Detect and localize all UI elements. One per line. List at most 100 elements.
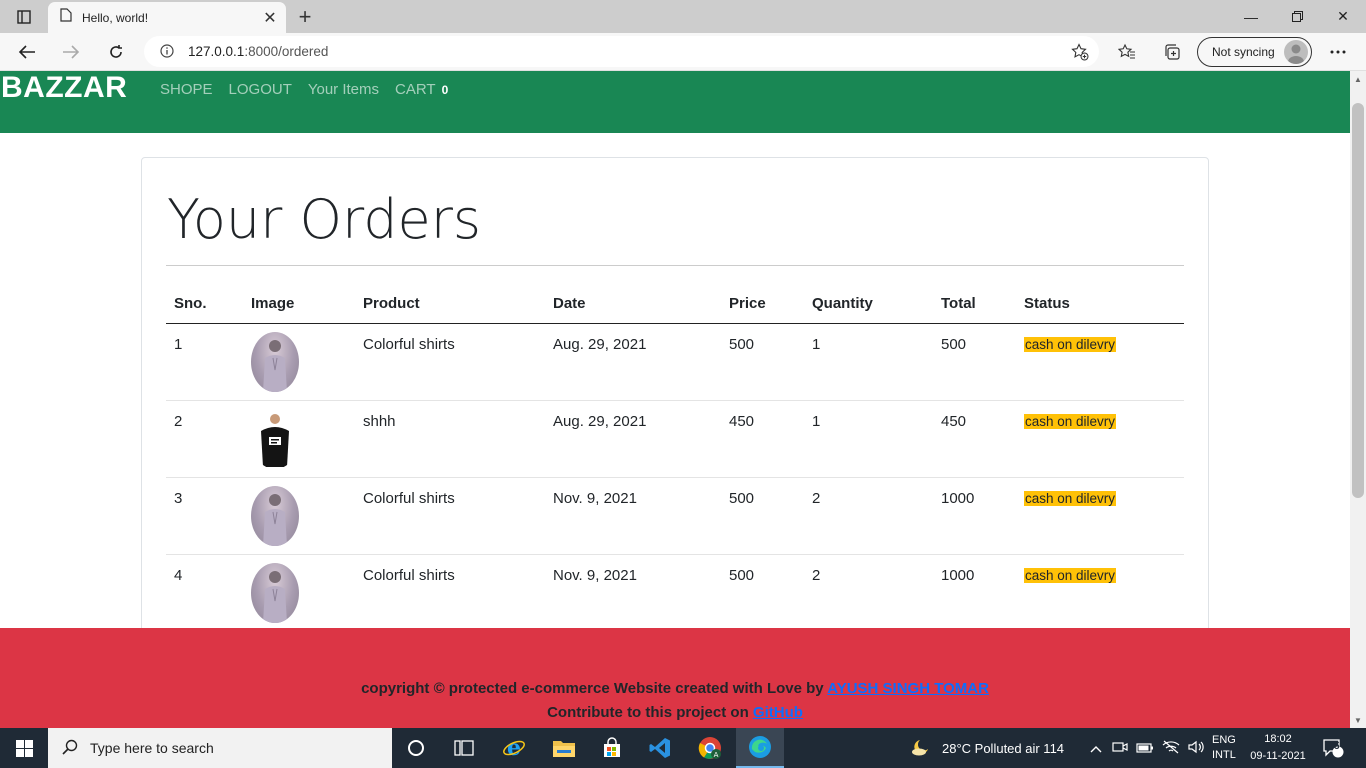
product-thumbnail-shirt bbox=[251, 485, 299, 546]
cell-status: cash on dilevry bbox=[1016, 554, 1184, 631]
col-total: Total bbox=[933, 284, 1016, 324]
cell-price: 500 bbox=[721, 323, 804, 401]
cell-product: shhh bbox=[355, 400, 545, 478]
nav-link-your-items[interactable]: Your Items bbox=[308, 81, 379, 98]
cell-sno: 3 bbox=[166, 477, 243, 555]
cell-status: cash on dilevry bbox=[1016, 400, 1184, 478]
tray-icons bbox=[1090, 728, 1206, 768]
nav-link-logout[interactable]: LOGOUT bbox=[229, 81, 292, 98]
windows-start-icon[interactable] bbox=[0, 728, 48, 768]
close-tab-icon[interactable]: ✕ bbox=[258, 6, 282, 30]
svg-text:A: A bbox=[714, 751, 719, 759]
address-bar[interactable]: 127.0.0.1:8000/ordered bbox=[144, 36, 1099, 67]
keyboard-layout: INTL bbox=[1212, 749, 1236, 761]
cell-image bbox=[243, 554, 355, 631]
title-divider bbox=[166, 265, 1184, 266]
url-text: 127.0.0.1:8000/ordered bbox=[188, 44, 328, 59]
cell-price: 500 bbox=[721, 477, 804, 555]
moon-cloud-icon bbox=[910, 738, 932, 759]
clock-time: 18:02 bbox=[1264, 733, 1292, 745]
vscode-icon[interactable] bbox=[636, 728, 684, 768]
favorites-icon[interactable] bbox=[1112, 37, 1142, 67]
task-view-icon[interactable] bbox=[440, 728, 488, 768]
footer: copyright © protected e-commerce Website… bbox=[0, 628, 1350, 728]
cell-price: 500 bbox=[729, 566, 755, 584]
back-icon[interactable] bbox=[12, 37, 42, 67]
product-thumbnail-shirt bbox=[251, 562, 299, 623]
cell-sno: 4 bbox=[174, 566, 183, 584]
refresh-icon[interactable] bbox=[101, 37, 131, 67]
cell-quantity: 1 bbox=[804, 323, 933, 401]
cell-sno: 2 bbox=[166, 400, 243, 478]
weather-widget[interactable]: 28°C Polluted air 114 bbox=[910, 728, 1064, 768]
restore-icon[interactable] bbox=[1274, 0, 1320, 33]
tab-actions-icon[interactable] bbox=[10, 7, 38, 27]
battery-icon[interactable] bbox=[1136, 741, 1154, 756]
col-price: Price bbox=[721, 284, 804, 324]
nav-link-shope[interactable]: SHOPE bbox=[160, 81, 213, 98]
add-favorite-icon[interactable] bbox=[1071, 43, 1089, 66]
sync-label: Not syncing bbox=[1212, 45, 1275, 59]
cell-status: cash on dilevry bbox=[1016, 323, 1184, 401]
file-explorer-icon[interactable] bbox=[540, 728, 588, 768]
cell-total: 1000 bbox=[933, 477, 1016, 555]
url-host: 127.0.0.1 bbox=[188, 44, 245, 59]
internet-explorer-icon[interactable]: e bbox=[490, 728, 538, 768]
scroll-up-icon[interactable]: ▲ bbox=[1350, 71, 1366, 87]
col-sno: Sno. bbox=[166, 284, 243, 324]
product-thumbnail-tshirt bbox=[251, 408, 299, 469]
edge-icon[interactable] bbox=[736, 728, 784, 768]
cell-image bbox=[243, 477, 355, 555]
table-row: 4 Colorful shirts Nov. 9, 2021 500 2 100… bbox=[166, 554, 1184, 631]
author-link[interactable]: AYUSH SINGH TOMAR bbox=[827, 680, 989, 697]
browser-tab-strip: Hello, world! ✕ + — ✕ bbox=[0, 0, 1366, 33]
page-scrollbar[interactable]: ▲ ▼ bbox=[1350, 71, 1366, 728]
status-badge: cash on dilevry bbox=[1024, 567, 1117, 583]
product-thumbnail-shirt bbox=[251, 331, 299, 392]
github-link[interactable]: GitHub bbox=[753, 704, 803, 721]
browser-toolbar: 127.0.0.1:8000/ordered Not syncing bbox=[0, 33, 1366, 71]
chrome-icon[interactable]: A bbox=[686, 728, 734, 768]
notification-center-icon[interactable]: 5 bbox=[1322, 728, 1344, 768]
scrollbar-thumb[interactable] bbox=[1352, 103, 1364, 498]
taskbar-search-input[interactable]: Type here to search bbox=[48, 728, 392, 768]
cart-label: CART bbox=[395, 81, 436, 98]
chevron-up-icon[interactable] bbox=[1090, 741, 1102, 756]
footer-copyright: copyright © protected e-commerce Website… bbox=[0, 680, 1350, 697]
clock[interactable]: 18:02 09-11-2021 bbox=[1246, 728, 1310, 768]
language-code: ENG bbox=[1212, 734, 1236, 746]
minimize-icon[interactable]: — bbox=[1228, 0, 1274, 33]
orders-card: Your Orders Sno. Image Product Date Pric… bbox=[141, 157, 1209, 677]
cell-product: Colorful shirts bbox=[355, 323, 545, 401]
cell-product: Colorful shirts bbox=[355, 477, 545, 555]
col-quantity: Quantity bbox=[804, 284, 933, 324]
network-disconnected-icon[interactable] bbox=[1162, 740, 1180, 757]
meet-now-icon[interactable] bbox=[1112, 740, 1128, 757]
cell-date: Aug. 29, 2021 bbox=[545, 323, 721, 401]
profile-sync-button[interactable]: Not syncing bbox=[1197, 37, 1312, 67]
more-menu-icon[interactable] bbox=[1323, 37, 1353, 67]
page-viewport: BAZZAR SHOPE LOGOUT Your Items CART 0 You… bbox=[0, 71, 1350, 728]
col-image: Image bbox=[243, 284, 355, 324]
cell-product: Colorful shirts bbox=[363, 566, 455, 584]
search-placeholder: Type here to search bbox=[90, 740, 214, 756]
browser-tab[interactable]: Hello, world! ✕ bbox=[48, 2, 286, 33]
footer-contribute-text: Contribute to this project on bbox=[547, 704, 753, 721]
page-title: Your Orders bbox=[167, 188, 482, 251]
brand-logo[interactable]: BAZZAR bbox=[1, 71, 127, 105]
cart-count-badge: 0 bbox=[441, 83, 449, 97]
store-icon[interactable] bbox=[588, 728, 636, 768]
svg-text:e: e bbox=[507, 736, 521, 760]
collections-icon[interactable] bbox=[1157, 37, 1187, 67]
close-window-icon[interactable]: ✕ bbox=[1320, 0, 1366, 33]
cortana-icon[interactable] bbox=[392, 728, 440, 768]
site-info-icon[interactable] bbox=[160, 44, 174, 63]
notification-count: 5 bbox=[1334, 741, 1340, 752]
volume-icon[interactable] bbox=[1188, 740, 1206, 757]
language-indicator[interactable]: ENG INTL bbox=[1212, 728, 1236, 768]
scroll-down-icon[interactable]: ▼ bbox=[1350, 712, 1366, 728]
new-tab-icon[interactable]: + bbox=[292, 4, 318, 30]
cell-quantity: 2 bbox=[804, 477, 933, 555]
forward-icon[interactable] bbox=[56, 37, 86, 67]
nav-link-cart[interactable]: CART 0 bbox=[395, 81, 448, 98]
